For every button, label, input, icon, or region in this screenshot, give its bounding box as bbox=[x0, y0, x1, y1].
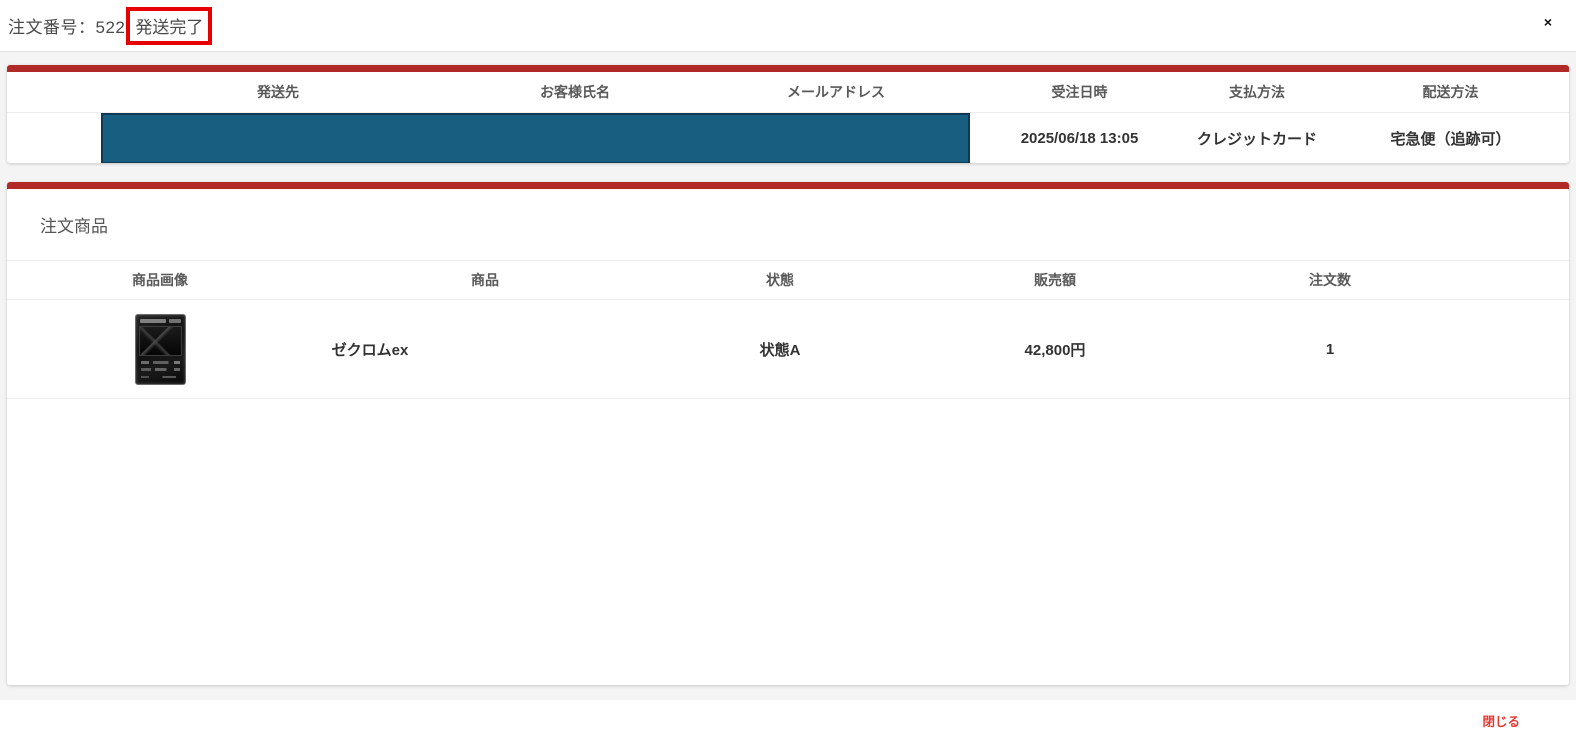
item-row: ゼクロムex 状態A 42,800円 1 bbox=[7, 300, 1569, 399]
col-header-quantity: 注文数 bbox=[1309, 272, 1351, 288]
col-header-email: メールアドレス bbox=[787, 84, 885, 100]
cell-shipping-method: 宅急便（追跡可） bbox=[1390, 130, 1511, 148]
col-header-empty bbox=[7, 72, 101, 112]
cell-payment-method: クレジットカード bbox=[1196, 130, 1317, 148]
col-header-product: 商品 bbox=[471, 272, 499, 288]
modal-body: 発送先 お客様氏名 メールアドレス 受注日時 支払方法 配送方法 2025/06… bbox=[0, 52, 1576, 700]
cell-condition: 状態A bbox=[759, 341, 801, 359]
cell-price: 42,800円 bbox=[1024, 341, 1086, 359]
privacy-redaction-box bbox=[101, 113, 970, 163]
items-header-row: 商品画像 商品 状態 販売額 注文数 bbox=[7, 260, 1569, 300]
col-header-price: 販売額 bbox=[1034, 272, 1076, 288]
cell-order-datetime: 2025/06/18 13:05 bbox=[1020, 129, 1139, 147]
items-section-title: 注文商品 bbox=[40, 217, 108, 236]
modal-header: 注文番号：522 発送完了 × bbox=[0, 0, 1576, 52]
order-items-panel: 注文商品 商品画像 商品 状態 販売額 注文数 ゼクロムex 状態A 42,80… bbox=[7, 182, 1569, 685]
col-header-payment-method: 支払方法 bbox=[1229, 84, 1285, 100]
modal-footer: 閉じる bbox=[0, 700, 1576, 741]
col-header-shipping-method: 配送方法 bbox=[1422, 84, 1479, 100]
section-accent-bar bbox=[7, 182, 1569, 189]
status-badge: 発送完了 bbox=[126, 6, 213, 45]
cell-empty bbox=[7, 113, 101, 163]
order-info-panel: 発送先 お客様氏名 メールアドレス 受注日時 支払方法 配送方法 2025/06… bbox=[7, 65, 1569, 163]
col-header-shipping-address: 発送先 bbox=[257, 84, 299, 100]
section-accent-bar bbox=[7, 65, 1569, 72]
product-card-image bbox=[134, 313, 186, 385]
col-header-product-image: 商品画像 bbox=[132, 272, 188, 288]
cell-filler bbox=[1453, 300, 1569, 398]
cell-quantity: 1 bbox=[1325, 340, 1335, 358]
cell-product-name: ゼクロムex bbox=[331, 341, 409, 359]
close-button[interactable]: 閉じる bbox=[1482, 711, 1520, 730]
col-header-condition: 状態 bbox=[766, 272, 794, 288]
order-detail-modal: 注文番号：522 発送完了 × 発送先 お客様氏名 メールアドレス 受注日時 支… bbox=[0, 0, 1576, 741]
order-info-data-row: 2025/06/18 13:05 クレジットカード 宅急便（追跡可） bbox=[7, 112, 1569, 163]
col-header-order-datetime: 受注日時 bbox=[1051, 84, 1108, 100]
col-header-filler bbox=[1453, 261, 1569, 299]
col-header-customer-name: お客様氏名 bbox=[540, 84, 610, 100]
close-icon[interactable]: × bbox=[1544, 15, 1552, 29]
order-number-label: 注文番号：522 bbox=[8, 18, 126, 37]
order-info-header-row: 発送先 お客様氏名 メールアドレス 受注日時 支払方法 配送方法 bbox=[7, 72, 1569, 112]
